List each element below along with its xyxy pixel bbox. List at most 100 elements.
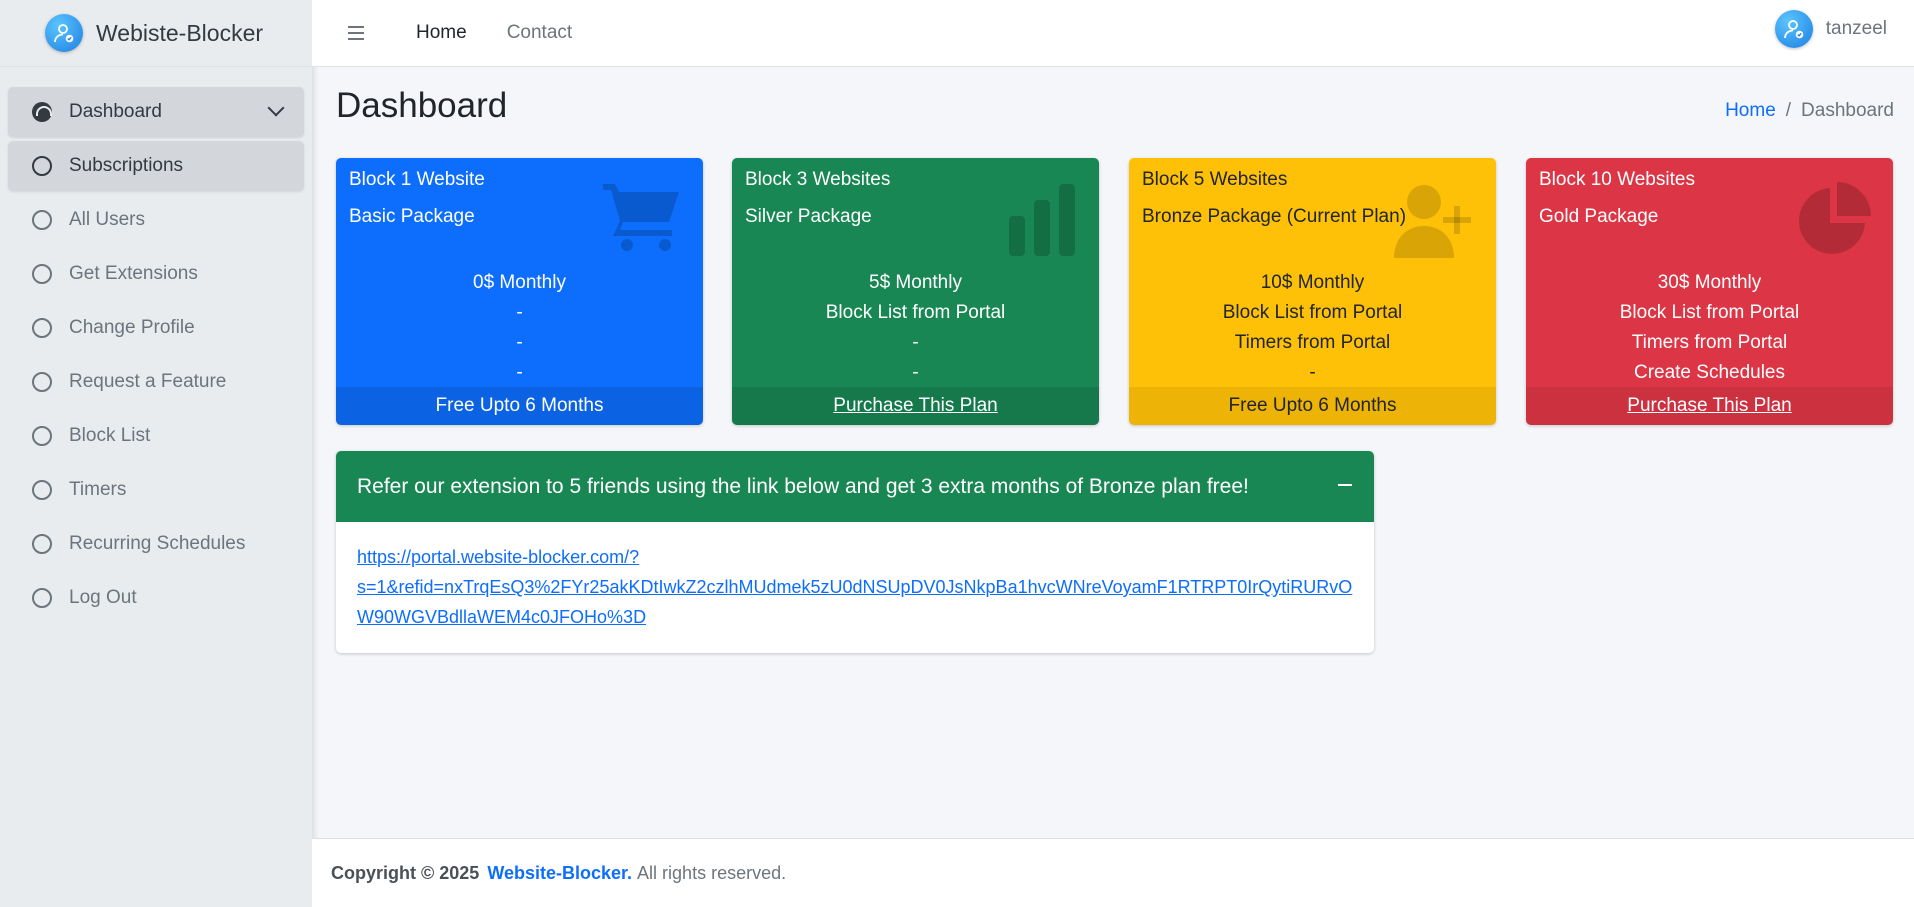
circle-icon [32,372,52,392]
purchase-plan-link[interactable]: Purchase This Plan [732,387,1099,425]
breadcrumb-separator: / [1785,100,1792,121]
circle-icon [32,264,52,284]
sidebar-item-label: Dashboard [69,101,162,122]
sidebar-item-request-feature[interactable]: Request a Feature [8,357,304,407]
chevron-down-icon [267,99,285,117]
page-footer: Copyright © 2025 Website-Blocker. All ri… [312,838,1914,907]
plan-footer: Free Upto 6 Months [336,387,703,425]
sidebar-item-label: Recurring Schedules [69,533,246,554]
referral-header: Refer our extension to 5 friends using t… [336,451,1374,522]
circle-icon [32,480,52,500]
plan-title: Block 10 Websites [1539,169,1695,190]
sidebar-item-label: Block List [69,425,151,446]
user-plus-icon [1394,182,1474,263]
circle-icon [32,210,52,230]
sidebar-item-change-profile[interactable]: Change Profile [8,303,304,353]
brand-name: Webiste-Blocker [96,19,264,46]
circle-icon [32,318,52,338]
sidebar-item-label: Subscriptions [69,155,184,176]
plan-package: Basic Package [349,206,475,227]
sidebar-item-label: Timers [69,479,127,500]
plan-feature: - [516,332,523,353]
user-menu[interactable]: tanzeel [1774,10,1887,48]
referral-link-line: s=1&refid=nxTrqEsQ3%2FYr25akKDtIwkZ2czlh… [357,577,1353,597]
sidebar-nav: Dashboard Subscriptions All Users Get Ex… [0,67,312,623]
plan-feature: - [516,302,523,323]
plan-card-silver: Block 3 Websites Silver Package 5$ Month… [732,158,1099,425]
sidebar-item-label: Change Profile [69,317,195,338]
plan-feature: Block List from Portal [1222,302,1403,323]
plan-features: 0$ Monthly - - - [336,268,703,388]
top-navbar: Home Contact tanzeel [312,0,1914,67]
sidebar-item-all-users[interactable]: All Users [8,195,304,245]
plan-feature: - [912,362,919,383]
plan-feature: Timers from Portal [1234,332,1391,353]
plan-title: Block 3 Websites [745,169,891,190]
sidebar-item-subscriptions[interactable]: Subscriptions [8,141,304,191]
sidebar-item-block-list[interactable]: Block List [8,411,304,461]
pie-chart-icon [1797,182,1871,261]
plan-feature: - [1309,362,1316,383]
collapse-minus-icon[interactable] [1338,484,1352,486]
plan-feature: - [516,362,523,383]
plan-feature: 30$ Monthly [1657,272,1762,293]
referral-card: Refer our extension to 5 friends using t… [336,451,1374,653]
sidebar-item-label: Log Out [69,587,137,608]
plan-features: 10$ Monthly Block List from Portal Timer… [1129,268,1496,388]
plan-feature: 0$ Monthly [473,272,566,293]
nav-link-home[interactable]: Home [416,22,467,44]
avatar [1774,10,1813,48]
plan-feature: Block List from Portal [1619,302,1800,323]
circle-icon [32,534,52,554]
footer-brand-link[interactable]: Website-Blocker. [487,863,632,884]
plan-card-bronze: Block 5 Websites Bronze Package (Current… [1129,158,1496,425]
plan-feature: 10$ Monthly [1260,272,1365,293]
plan-footer: Free Upto 6 Months [1129,387,1496,425]
brand-logo-icon [45,14,83,52]
plan-card-basic: Block 1 Website Basic Package 0$ Monthly… [336,158,703,425]
purchase-plan-link[interactable]: Purchase This Plan [1526,387,1893,425]
referral-link-line: W90WGVBdllaWEM4c0JFOHo%3D [357,607,647,627]
plan-feature: Create Schedules [1633,362,1786,383]
sidebar-item-dashboard[interactable]: Dashboard [8,87,304,137]
username: tanzeel [1825,18,1887,39]
plan-features: 30$ Monthly Block List from Portal Timer… [1526,268,1893,388]
referral-link[interactable]: https://portal.website-blocker.com/? s=1… [357,542,1353,632]
footer-rights: All rights reserved. [637,862,787,883]
referral-heading: Refer our extension to 5 friends using t… [357,474,1249,498]
plan-feature: - [912,332,919,353]
sidebar-item-log-out[interactable]: Log Out [8,573,304,623]
sidebar-item-timers[interactable]: Timers [8,465,304,515]
sidebar-item-get-extensions[interactable]: Get Extensions [8,249,304,299]
plan-package: Gold Package [1539,206,1659,227]
plan-package: Silver Package [745,206,872,227]
plan-feature: 5$ Monthly [869,272,962,293]
breadcrumb-home[interactable]: Home [1725,100,1776,121]
sidebar-item-label: Request a Feature [69,371,227,392]
plan-card-gold: Block 10 Websites Gold Package 30$ Month… [1526,158,1893,425]
cart-icon [603,182,681,259]
sidebar-item-label: Get Extensions [69,263,198,284]
plan-feature: Timers from Portal [1631,332,1788,353]
plan-package: Bronze Package (Current Plan) [1142,206,1407,227]
sidebar: Webiste-Blocker Dashboard Subscriptions … [0,0,312,907]
page-title: Dashboard [336,86,508,125]
plan-title: Block 5 Websites [1142,169,1288,190]
plan-features: 5$ Monthly Block List from Portal - - [732,268,1099,388]
circle-icon [32,156,52,176]
nav-link-contact[interactable]: Contact [507,22,572,44]
breadcrumb: Home / Dashboard [1725,100,1894,122]
circle-icon [32,588,52,608]
breadcrumb-current: Dashboard [1801,100,1894,121]
sidebar-item-recurring-schedules[interactable]: Recurring Schedules [8,519,304,569]
dashboard-gauge-icon [32,102,52,122]
referral-link-line: https://portal.website-blocker.com/? [357,547,640,567]
sidebar-item-label: All Users [69,209,146,230]
footer-copyright: Copyright © 2025 [331,862,480,883]
referral-body: https://portal.website-blocker.com/? s=1… [336,522,1374,652]
bar-chart-icon [1007,182,1077,261]
menu-toggle-icon[interactable] [348,26,364,40]
brand[interactable]: Webiste-Blocker [0,0,312,67]
plan-feature: Block List from Portal [825,302,1006,323]
plan-title: Block 1 Website [349,169,485,190]
